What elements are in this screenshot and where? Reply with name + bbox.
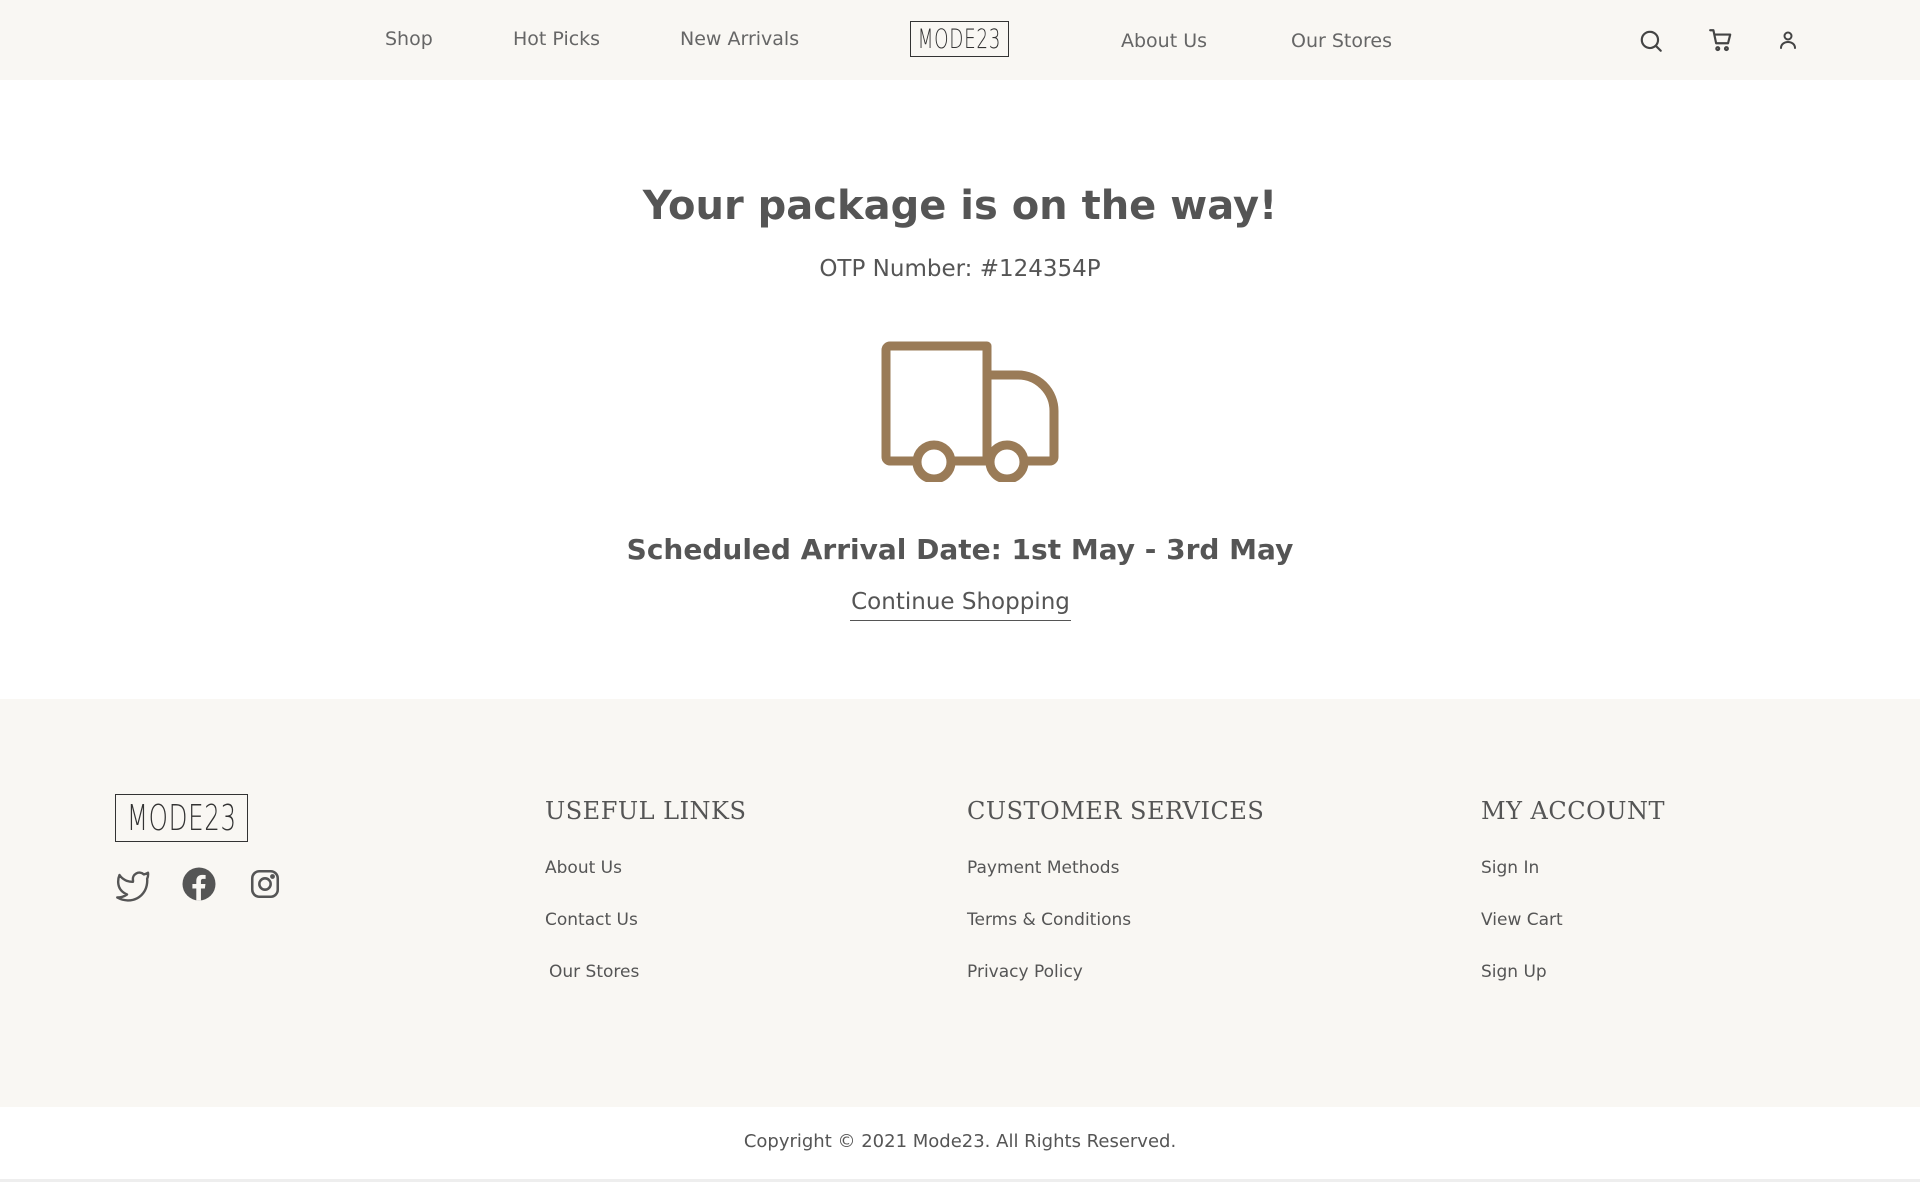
my-account-heading: MY ACCOUNT xyxy=(1481,797,1666,825)
user-icon[interactable] xyxy=(1776,28,1800,52)
nav-about-us[interactable]: About Us xyxy=(1121,30,1207,52)
footer-link-sign-in[interactable]: Sign In xyxy=(1481,858,1539,878)
footer-link-payment-methods[interactable]: Payment Methods xyxy=(967,858,1119,878)
search-icon[interactable] xyxy=(1638,28,1664,54)
twitter-icon[interactable] xyxy=(115,866,151,902)
nav-shop[interactable]: Shop xyxy=(385,28,433,50)
copyright-text: Copyright © 2021 Mode23. All Rights Rese… xyxy=(743,1131,1177,1152)
footer-link-sign-up[interactable]: Sign Up xyxy=(1481,962,1547,982)
customer-services-heading: CUSTOMER SERVICES xyxy=(967,797,1265,825)
footer-link-contact-us[interactable]: Contact Us xyxy=(545,910,638,930)
footer-logo[interactable]: MODE23 xyxy=(115,794,248,842)
site-footer: MODE23 USEFUL LINKS About Us Contact Us … xyxy=(0,699,1920,1107)
footer-link-privacy-policy[interactable]: Privacy Policy xyxy=(967,962,1083,982)
page-title: Your package is on the way! xyxy=(642,183,1278,229)
nav-new-arrivals[interactable]: New Arrivals xyxy=(680,28,799,50)
nav-hot-picks[interactable]: Hot Picks xyxy=(513,28,600,50)
cart-icon[interactable] xyxy=(1708,27,1734,53)
instagram-icon[interactable] xyxy=(248,867,282,901)
footer-link-our-stores[interactable]: Our Stores xyxy=(549,962,639,982)
truck-icon xyxy=(880,340,1080,484)
nav-our-stores[interactable]: Our Stores xyxy=(1291,30,1392,52)
scheduled-arrival: Scheduled Arrival Date: 1st May - 3rd Ma… xyxy=(626,533,1294,566)
footer-link-view-cart[interactable]: View Cart xyxy=(1481,910,1563,930)
useful-links-heading: USEFUL LINKS xyxy=(545,797,747,825)
facebook-icon[interactable] xyxy=(181,866,217,902)
otp-number: OTP Number: #124354P xyxy=(819,256,1101,282)
site-header: Shop Hot Picks New Arrivals MODE23 About… xyxy=(0,0,1920,80)
footer-link-terms-conditions[interactable]: Terms & Conditions xyxy=(967,910,1131,930)
header-logo[interactable]: MODE23 xyxy=(910,21,1009,57)
continue-shopping-link[interactable]: Continue Shopping xyxy=(850,589,1071,621)
footer-link-about-us[interactable]: About Us xyxy=(545,858,622,878)
